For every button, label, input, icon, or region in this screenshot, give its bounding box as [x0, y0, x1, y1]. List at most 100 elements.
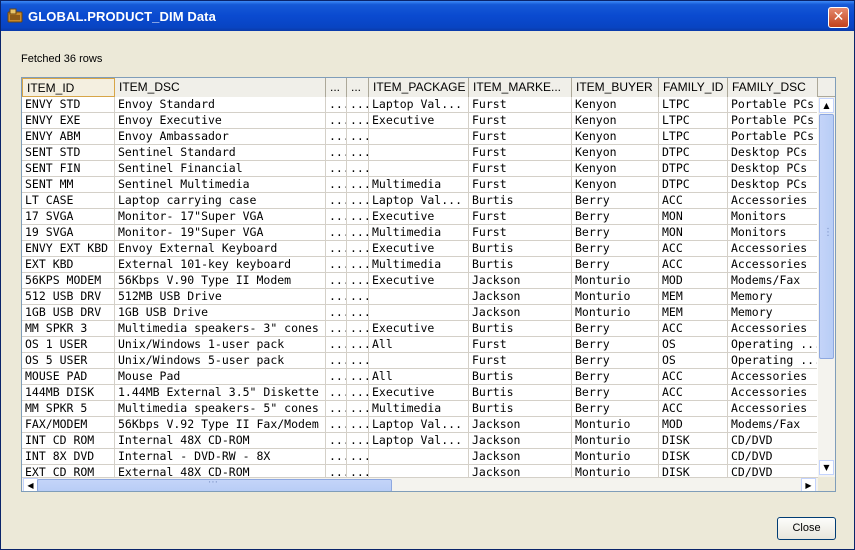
table-cell[interactable]: ...: [347, 145, 369, 161]
table-cell[interactable]: Mouse Pad: [115, 369, 326, 385]
table-cell[interactable]: ...: [326, 177, 347, 193]
column-header-item-buyer[interactable]: ITEM_BUYER: [572, 78, 659, 97]
table-cell[interactable]: Executive: [369, 385, 469, 401]
table-row[interactable]: 17 SVGAMonitor- 17"Super VGA......Execut…: [22, 209, 817, 225]
table-cell[interactable]: Kenyon: [572, 97, 659, 113]
table-cell[interactable]: Burtis: [469, 401, 572, 417]
column-header-item-id[interactable]: ITEM_ID: [22, 78, 115, 97]
table-cell[interactable]: ...: [326, 369, 347, 385]
table-cell[interactable]: ...: [347, 241, 369, 257]
table-cell[interactable]: Multimedia speakers- 3" cones: [115, 321, 326, 337]
table-cell[interactable]: Kenyon: [572, 145, 659, 161]
table-cell[interactable]: Desktop PCs: [728, 145, 817, 161]
table-cell[interactable]: ...: [347, 257, 369, 273]
table-cell[interactable]: ...: [326, 129, 347, 145]
table-cell[interactable]: ...: [326, 385, 347, 401]
table-cell[interactable]: Furst: [469, 353, 572, 369]
table-cell[interactable]: Multimedia: [369, 177, 469, 193]
table-cell[interactable]: Berry: [572, 385, 659, 401]
table-cell[interactable]: Multimedia: [369, 401, 469, 417]
horizontal-scroll-thumb[interactable]: ⋯: [37, 477, 392, 491]
table-row[interactable]: ENVY EXEEnvoy Executive......ExecutiveFu…: [22, 113, 817, 129]
column-header-collapsed-1[interactable]: ...: [326, 78, 347, 97]
table-cell[interactable]: Burtis: [469, 385, 572, 401]
table-cell[interactable]: EXT CD ROM: [22, 465, 115, 477]
table-cell[interactable]: OS 1 USER: [22, 337, 115, 353]
table-cell[interactable]: Executive: [369, 241, 469, 257]
table-cell[interactable]: DISK: [659, 465, 728, 477]
table-cell[interactable]: Sentinel Financial: [115, 161, 326, 177]
table-cell[interactable]: Desktop PCs: [728, 161, 817, 177]
table-cell[interactable]: Operating ...: [728, 337, 817, 353]
table-row[interactable]: SENT FINSentinel Financial...... FurstKen…: [22, 161, 817, 177]
table-cell[interactable]: ...: [326, 417, 347, 433]
table-cell[interactable]: Modems/Fax: [728, 417, 817, 433]
table-cell[interactable]: Accessories: [728, 385, 817, 401]
table-cell[interactable]: Laptop carrying case: [115, 193, 326, 209]
table-cell[interactable]: Accessories: [728, 193, 817, 209]
table-cell[interactable]: Envoy External Keyboard: [115, 241, 326, 257]
table-cell[interactable]: ...: [326, 305, 347, 321]
column-header-family-id[interactable]: FAMILY_ID: [659, 78, 728, 97]
table-cell[interactable]: ...: [326, 241, 347, 257]
table-cell[interactable]: ACC: [659, 321, 728, 337]
table-cell[interactable]: Monitors: [728, 209, 817, 225]
table-cell[interactable]: ACC: [659, 193, 728, 209]
table-cell[interactable]: INT 8X DVD: [22, 449, 115, 465]
table-cell[interactable]: Burtis: [469, 257, 572, 273]
table-cell[interactable]: OS 5 USER: [22, 353, 115, 369]
table-cell[interactable]: Accessories: [728, 369, 817, 385]
scroll-down-button[interactable]: ▼: [819, 460, 834, 475]
table-cell[interactable]: ...: [347, 193, 369, 209]
table-cell[interactable]: Laptop Val...: [369, 433, 469, 449]
table-cell[interactable]: ...: [326, 193, 347, 209]
table-cell[interactable]: 1.44MB External 3.5" Diskette: [115, 385, 326, 401]
column-header-item-package[interactable]: ITEM_PACKAGE: [369, 78, 469, 97]
table-cell[interactable]: 56KPS MODEM: [22, 273, 115, 289]
table-cell[interactable]: LTPC: [659, 129, 728, 145]
table-cell[interactable]: Memory: [728, 289, 817, 305]
table-row[interactable]: MM SPKR 3 Multimedia speakers- 3" cones..…: [22, 321, 817, 337]
table-cell[interactable]: LTPC: [659, 97, 728, 113]
table-cell[interactable]: MOD: [659, 273, 728, 289]
table-cell[interactable]: Accessories: [728, 257, 817, 273]
table-cell[interactable]: Accessories: [728, 401, 817, 417]
table-cell[interactable]: SENT FIN: [22, 161, 115, 177]
table-cell[interactable]: DISK: [659, 449, 728, 465]
table-cell[interactable]: ACC: [659, 369, 728, 385]
table-cell[interactable]: Berry: [572, 225, 659, 241]
table-cell[interactable]: Berry: [572, 241, 659, 257]
table-cell[interactable]: Monturio: [572, 433, 659, 449]
table-cell[interactable]: Executive: [369, 209, 469, 225]
table-cell[interactable]: DTPC: [659, 145, 728, 161]
table-cell[interactable]: Berry: [572, 353, 659, 369]
table-cell[interactable]: Monturio: [572, 417, 659, 433]
table-cell[interactable]: ...: [347, 273, 369, 289]
table-cell[interactable]: [369, 465, 469, 477]
table-cell[interactable]: Monturio: [572, 273, 659, 289]
table-cell[interactable]: Laptop Val...: [369, 193, 469, 209]
table-cell[interactable]: MM SPKR 5: [22, 401, 115, 417]
table-cell[interactable]: Jackson: [469, 305, 572, 321]
table-cell[interactable]: Portable PCs: [728, 113, 817, 129]
close-button[interactable]: Close: [777, 517, 836, 540]
table-cell[interactable]: [369, 449, 469, 465]
table-cell[interactable]: Furst: [469, 337, 572, 353]
table-cell[interactable]: MOUSE PAD: [22, 369, 115, 385]
table-cell[interactable]: 1GB USB Drive: [115, 305, 326, 321]
table-cell[interactable]: Burtis: [469, 369, 572, 385]
table-cell[interactable]: Executive: [369, 113, 469, 129]
table-row[interactable]: ENVY STDEnvoy Standard......Laptop Val..…: [22, 97, 817, 113]
table-cell[interactable]: ENVY ABM: [22, 129, 115, 145]
table-cell[interactable]: Monturio: [572, 465, 659, 477]
table-row[interactable]: MM SPKR 5 Multimedia speakers- 5" cones..…: [22, 401, 817, 417]
scroll-up-button[interactable]: ▲: [819, 98, 834, 113]
table-cell[interactable]: Furst: [469, 225, 572, 241]
table-row[interactable]: 19 SVGAMonitor- 19"Super VGA......Multim…: [22, 225, 817, 241]
table-cell[interactable]: [369, 353, 469, 369]
table-cell[interactable]: DISK: [659, 433, 728, 449]
table-row[interactable]: 144MB DISK 1.44MB External 3.5" Diskette.…: [22, 385, 817, 401]
table-cell[interactable]: ...: [347, 321, 369, 337]
table-cell[interactable]: Monturio: [572, 449, 659, 465]
table-cell[interactable]: OS: [659, 353, 728, 369]
